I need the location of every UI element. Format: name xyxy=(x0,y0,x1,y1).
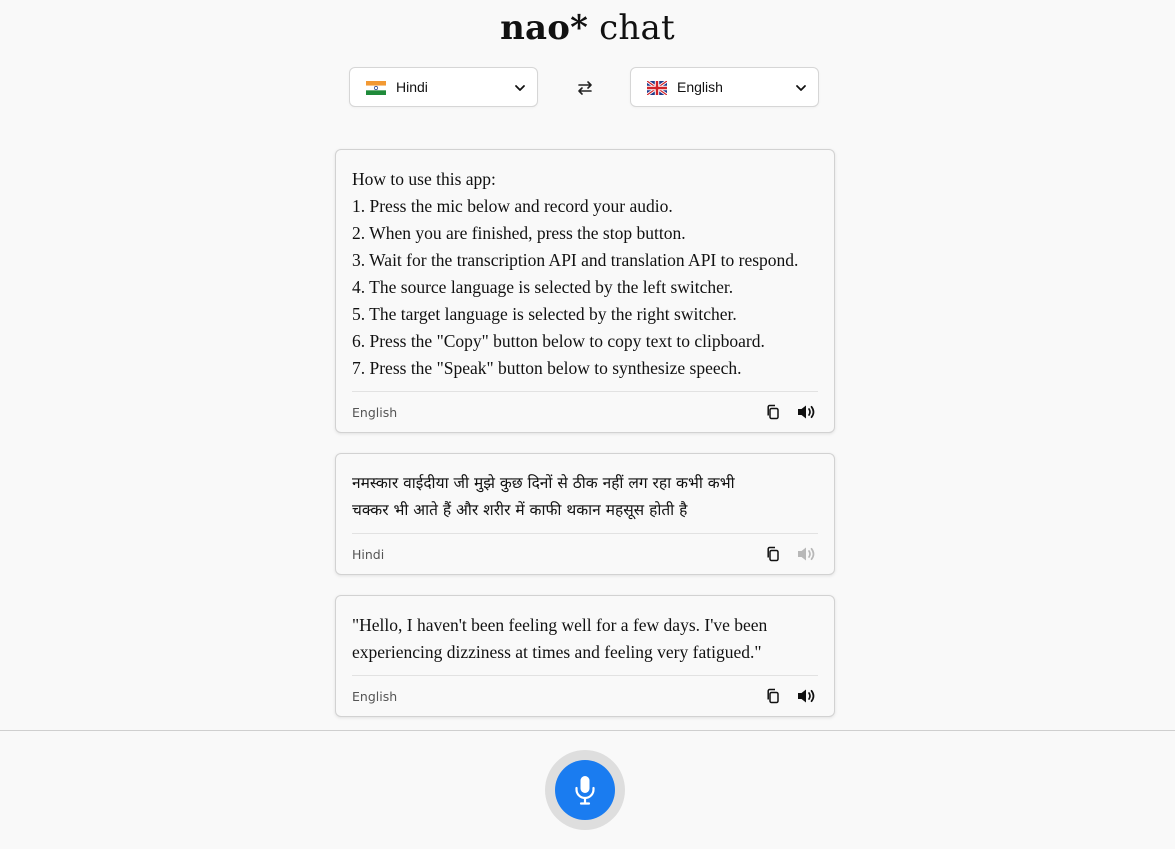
india-flag-icon xyxy=(366,80,386,95)
message-line: चक्कर भी आते हैं और शरीर में काफी थकान म… xyxy=(352,501,688,519)
message-text: "Hello, I haven't been feeling well for … xyxy=(336,596,834,666)
mic-button-ring xyxy=(545,750,625,830)
message-language: Hindi xyxy=(352,546,385,562)
copy-button[interactable] xyxy=(762,685,784,707)
app-title-light: chat xyxy=(599,8,675,48)
speak-button[interactable] xyxy=(796,685,818,707)
speaker-icon xyxy=(798,689,815,703)
uk-flag-icon xyxy=(646,79,668,97)
message-language: English xyxy=(352,688,398,704)
copy-icon xyxy=(767,546,779,562)
copy-button[interactable] xyxy=(762,543,784,565)
message-line: experiencing dizziness at times and feel… xyxy=(352,642,762,662)
source-language-label: Hindi xyxy=(396,79,428,95)
copy-icon xyxy=(767,404,779,420)
target-language-select[interactable]: English xyxy=(630,67,819,107)
message-footer: English xyxy=(352,391,818,432)
speaker-icon xyxy=(798,547,815,561)
message-language: English xyxy=(352,404,398,420)
message-line: 4. The source language is selected by th… xyxy=(352,277,734,297)
swap-languages-button[interactable] xyxy=(574,77,596,99)
message-text: How to use this app: 1. Press the mic be… xyxy=(336,150,834,382)
message-line: How to use this app: xyxy=(352,169,496,189)
message-line: 5. The target language is selected by th… xyxy=(352,304,737,324)
chevron-down-icon xyxy=(513,80,527,94)
message-footer: Hindi xyxy=(352,533,818,574)
message-line: नमस्कार वाईदीया जी मुझे कुछ दिनों से ठीक… xyxy=(352,474,735,492)
message-text: नमस्कार वाईदीया जी मुझे कुछ दिनों से ठीक… xyxy=(336,454,834,524)
message-line: 3. Wait for the transcription API and tr… xyxy=(352,250,799,270)
app-title-bold: nao* xyxy=(500,8,589,48)
microphone-icon xyxy=(575,776,595,805)
chevron-down-icon xyxy=(794,80,808,94)
record-mic-button[interactable] xyxy=(555,760,615,820)
speaker-icon xyxy=(798,405,815,419)
message-card: How to use this app: 1. Press the mic be… xyxy=(335,149,835,433)
message-line: "Hello, I haven't been feeling well for … xyxy=(352,615,768,635)
speak-button[interactable] xyxy=(796,401,818,423)
message-line: 7. Press the "Speak" button below to syn… xyxy=(352,358,742,378)
source-language-select[interactable]: Hindi xyxy=(349,67,538,107)
app-title: nao* chat xyxy=(0,8,1175,48)
message-line: 6. Press the "Copy" button below to copy… xyxy=(352,331,765,351)
copy-icon xyxy=(767,688,779,704)
message-footer: English xyxy=(352,675,818,716)
swap-arrows-icon xyxy=(578,81,592,95)
target-language-label: English xyxy=(677,79,723,95)
message-line: 1. Press the mic below and record your a… xyxy=(352,196,673,216)
message-line: 2. When you are finished, press the stop… xyxy=(352,223,686,243)
message-card: नमस्कार वाईदीया जी मुझे कुछ दिनों से ठीक… xyxy=(335,453,835,575)
speak-button[interactable] xyxy=(796,543,818,565)
copy-button[interactable] xyxy=(762,401,784,423)
message-card: "Hello, I haven't been feeling well for … xyxy=(335,595,835,717)
